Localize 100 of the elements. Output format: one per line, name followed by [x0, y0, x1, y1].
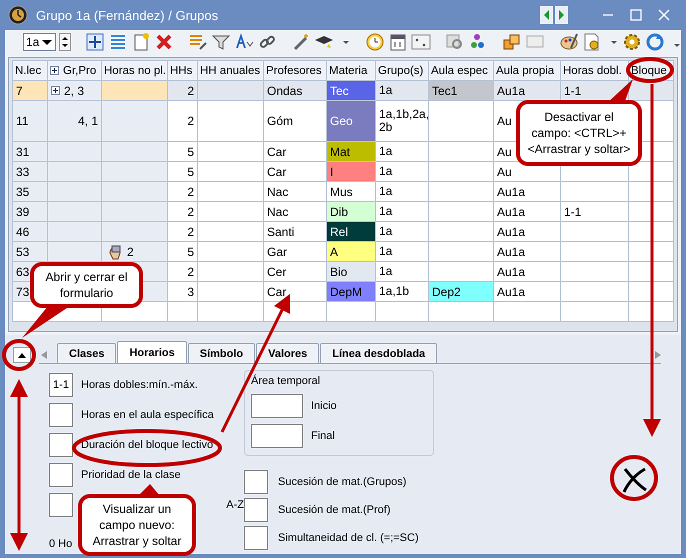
table-cell: 1a	[376, 162, 428, 182]
input-field[interactable]	[251, 394, 303, 418]
table-cell: Au1a	[494, 262, 560, 282]
table-cell: Tec1	[428, 80, 494, 100]
table-cell: Dib	[326, 202, 376, 222]
table-cell: 5	[168, 242, 198, 262]
expand-icon	[50, 66, 59, 75]
table-cell: Ondas	[264, 80, 326, 100]
input-field[interactable]	[49, 463, 73, 487]
collapse-button[interactable]	[13, 347, 31, 363]
column-header[interactable]: Gr,Pro	[48, 60, 102, 80]
table-cell: 1a	[376, 80, 428, 100]
scroll-left-icon[interactable]	[41, 351, 47, 359]
field-label: A-Z	[226, 499, 244, 511]
table-cell: 7	[12, 80, 48, 100]
field-label: Sucesión de mat.(Grupos)	[278, 476, 406, 488]
clock-icon	[8, 5, 28, 25]
table-cell: 5	[168, 142, 198, 162]
table-edit-icon[interactable]	[188, 32, 208, 52]
column-header[interactable]: Profesores	[264, 60, 326, 80]
tab[interactable]: Línea desdoblada	[320, 343, 438, 363]
table-cell: 1a	[376, 242, 428, 262]
table-cell: 46	[12, 222, 48, 242]
input-field[interactable]	[49, 403, 73, 427]
column-header[interactable]: Grupo(s)	[376, 60, 428, 80]
input-field[interactable]	[251, 424, 303, 448]
field-label: Simultaneidad de cl. (=;=SC)	[278, 532, 419, 544]
table-cell: A	[326, 242, 376, 262]
table-cell: Au1a	[494, 242, 560, 262]
alarm-clock-icon[interactable]	[365, 32, 386, 52]
column-header[interactable]: HH anuales	[198, 60, 264, 80]
table-cell: Au1a	[494, 282, 560, 302]
table-cell: Tec	[326, 80, 376, 100]
summary-text: 0 Ho	[49, 538, 72, 550]
spinner-icon[interactable]	[59, 33, 72, 51]
field-label: Horas dobles:mín.-máx.	[81, 379, 198, 391]
highlight-ellipse	[626, 57, 674, 83]
input-field[interactable]: 1-1	[49, 373, 73, 397]
input-field[interactable]	[244, 470, 268, 494]
gear-icon[interactable]	[622, 32, 642, 52]
palette-icon[interactable]	[559, 32, 580, 52]
table-cell: 53	[12, 242, 48, 262]
table-cell: Cer	[264, 262, 326, 282]
tab[interactable]: Horarios	[117, 341, 187, 363]
next-button[interactable]	[555, 6, 568, 24]
table-cell: 1-1	[560, 202, 628, 222]
table-cell: Au1a	[494, 222, 560, 242]
maximize-button[interactable]	[630, 9, 642, 21]
scroll-right-icon[interactable]	[655, 351, 661, 359]
table-cell: 3	[168, 282, 198, 302]
table-cell: Car	[264, 282, 326, 302]
column-header[interactable]: Aula propia	[494, 60, 560, 80]
input-field[interactable]	[244, 526, 268, 550]
column-header[interactable]: N.lec	[12, 60, 48, 80]
input-field[interactable]	[49, 493, 73, 517]
column-header[interactable]: Materia	[326, 60, 376, 80]
tab[interactable]: Símbolo	[188, 343, 256, 363]
table-cell: Geo	[326, 100, 376, 142]
table-cell: 1a	[376, 142, 428, 162]
table-cell: Car	[264, 142, 326, 162]
group-combo[interactable]: 1a	[23, 33, 56, 51]
tab[interactable]: Clases	[57, 343, 116, 363]
table-cell: 4, 1	[48, 100, 102, 142]
windows-icon[interactable]	[502, 32, 522, 52]
close-button[interactable]	[658, 9, 670, 21]
expand-icon[interactable]	[51, 86, 60, 95]
table-cell: 1a	[376, 182, 428, 202]
column-header[interactable]: HHs	[168, 60, 198, 80]
table-cell: I	[326, 162, 376, 182]
cross-icon	[622, 468, 648, 494]
table-cell: Góm	[264, 100, 326, 142]
table-cell: 5	[168, 162, 198, 182]
table-cell: 2	[168, 222, 198, 242]
column-header[interactable]: Horas no pl.	[102, 60, 168, 80]
table-cell: 2	[168, 182, 198, 202]
table-cell: 33	[12, 162, 48, 182]
refresh-icon[interactable]	[645, 32, 666, 52]
table-cell: 2	[168, 80, 198, 100]
table-cell: 35	[12, 182, 48, 202]
input-field[interactable]	[244, 498, 268, 522]
input-field[interactable]	[49, 433, 73, 457]
callout: Abrir y cerrar el formulario	[30, 262, 143, 308]
calendar-icon[interactable]	[388, 32, 408, 52]
table-cell: Santi	[264, 222, 326, 242]
delete-icon[interactable]	[154, 32, 174, 52]
table-cell: Rel	[326, 222, 376, 242]
table-cell: 2	[127, 244, 134, 258]
table-cell: 39	[12, 202, 48, 222]
previous-button[interactable]	[540, 6, 553, 24]
move-icon[interactable]	[85, 32, 106, 52]
callout: Desactivar el campo: <CTRL>+ <Arrastrar y soltar>	[516, 100, 642, 166]
column-header[interactable]: Aula espec	[428, 60, 494, 80]
field-label: Final	[311, 430, 335, 442]
tab[interactable]: Valores	[256, 343, 320, 363]
table-cell: 1a	[376, 222, 428, 242]
table-cell: 1a	[376, 262, 428, 282]
table-cell: 1a	[376, 202, 428, 222]
table-cell: Au1a	[494, 182, 560, 202]
table-cell: 31	[12, 142, 48, 162]
column-header[interactable]: Horas dobl.	[560, 60, 628, 80]
